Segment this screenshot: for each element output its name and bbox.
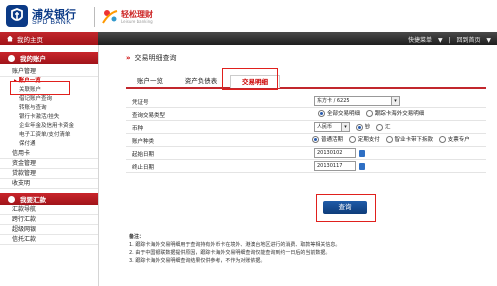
calendar-icon[interactable] [359, 149, 365, 157]
calendar-icon[interactable] [359, 162, 365, 170]
query-type-label: 查询交易类型 [132, 113, 166, 119]
sidebar-item-transfer-nav[interactable]: 汇款导航 [0, 205, 98, 215]
transfer-section[interactable]: 我要汇款 [0, 193, 98, 205]
transfer-icon [8, 195, 15, 203]
account-select[interactable]: 东方卡 / 6225 ▾ [314, 96, 400, 106]
notes: 备注： 1. 跟踪卡海外交易明细用于查询持有外币卡在境外、港澳台地区进行的消费、… [129, 233, 489, 265]
header-divider [94, 7, 95, 27]
cheque-radio[interactable] [438, 136, 446, 143]
tab-highlight-box [222, 68, 278, 90]
header: 浦发银行 SPD BANK 轻松理财 Leisure banking [0, 0, 497, 32]
cash-radio[interactable] [355, 123, 363, 131]
account-type-label: 账户种类 [132, 139, 155, 145]
cash-label: 钞 [364, 124, 371, 131]
account-row: 凭证号 东方卡 / 6225 ▾ [126, 95, 486, 108]
account-icon [8, 54, 15, 62]
smart-label: 智业卡带下拆款 [394, 137, 434, 143]
smart-radio[interactable] [385, 136, 393, 143]
currency-value: 人民币 [317, 124, 333, 130]
overseas-detail-radio[interactable] [365, 110, 373, 117]
my-account-section[interactable]: 我的账户 [0, 52, 98, 64]
query-highlight-box [316, 194, 376, 222]
tab-strip: 账户一览 资产负债表 交易明细 [126, 73, 486, 89]
currency-label: 币种 [132, 126, 144, 132]
end-date-input[interactable]: 20130117 [314, 161, 356, 171]
start-date-row: 起始日期 20130102 [126, 147, 486, 160]
tab-account-overview[interactable]: 账户一览 [128, 75, 172, 87]
sidebar-category-fund-management[interactable]: 资金管理 [0, 159, 98, 169]
sidebar-category-account-management[interactable]: 账户管理 [0, 67, 98, 77]
end-date-row: 终止日期 20130117 [126, 160, 486, 173]
fixed-label: 定期支付 [357, 137, 380, 143]
back-home-chevron-icon[interactable]: ▼ [486, 37, 491, 44]
sidebar-category-income-expense[interactable]: 收支明 [0, 179, 98, 189]
quick-menu-chevron-icon[interactable]: ▼ [438, 37, 443, 44]
sidebar-item-debit-query[interactable]: 借记账户查询 [0, 95, 98, 104]
chevron-down-icon: ▾ [341, 123, 349, 131]
start-date-label: 起始日期 [132, 152, 155, 158]
sidebar-category-loan-management[interactable]: 贷款管理 [0, 169, 98, 179]
currency-row: 币种 人民币 ▾ 钞 汇 [126, 121, 486, 134]
sidebar-item-guarantee[interactable]: 保付通 [0, 140, 98, 149]
bank-name-en: SPD BANK [32, 19, 72, 26]
quick-links: 快捷菜单 ▼ | 回到首页 ▼ [404, 35, 491, 44]
page-title: 交易明细查询 [134, 54, 177, 62]
breadcrumb: » 交易明细查询 [126, 53, 177, 63]
sidebar-item-annuity[interactable]: 企业年金及信用卡资金 [0, 122, 98, 131]
current-radio[interactable] [312, 136, 319, 143]
link-divider: | [448, 37, 451, 44]
sidebar-item-transfer-query[interactable]: 转账与查询 [0, 104, 98, 113]
breadcrumb-arrow-icon: » [126, 54, 131, 62]
chevron-down-icon: ▾ [391, 97, 399, 105]
end-date-label: 终止日期 [132, 165, 155, 171]
remit-label: 汇 [385, 124, 391, 131]
note-line-3: 3. 跟踪卡海外交易明细查询结果仅供参考，不作为对账依据。 [129, 258, 266, 264]
account-label: 凭证号 [132, 100, 149, 106]
note-line-2: 2. 由于中国银联数据提供原因，跟踪卡海外交易明细查询仅能查询到约一日后的当前数… [129, 250, 331, 256]
tab-balance-sheet[interactable]: 资产负债表 [174, 75, 228, 87]
note-line-1: 1. 跟踪卡海外交易明细用于查询持有外币卡在境外、港澳台地区进行的消费、取款等相… [129, 242, 341, 248]
sidebar-highlight-box [10, 81, 70, 95]
my-home-button[interactable]: 我的主页 [0, 32, 98, 45]
cheque-label: 支票专户 [447, 137, 470, 143]
notes-title: 备注： [129, 234, 145, 240]
all-detail-label: 全部交易明细 [327, 111, 361, 117]
fixed-radio[interactable] [348, 136, 356, 143]
quick-menu-link[interactable]: 快捷菜单 [408, 37, 432, 44]
account-value: 东方卡 / 6225 [317, 98, 350, 104]
leisure-banking-logo-icon [101, 7, 119, 25]
back-home-link[interactable]: 回到首页 [456, 37, 480, 44]
sidebar-item-trust-transfer[interactable]: 信托汇款 [0, 235, 98, 245]
sidebar-category-credit-card[interactable]: 信用卡 [0, 149, 98, 159]
home-label: 我的主页 [17, 35, 43, 44]
sidebar-item-payroll[interactable]: 电子工资单/支付清单 [0, 131, 98, 140]
current-label: 普通活期 [321, 137, 344, 143]
currency-select[interactable]: 人民币 ▾ [314, 122, 350, 132]
spd-bank-logo-icon[interactable] [6, 5, 28, 27]
sidebar-item-super-ebank[interactable]: 超级网银 [0, 225, 98, 235]
remit-radio[interactable] [376, 123, 384, 131]
start-date-input[interactable]: 20130102 [314, 148, 356, 158]
all-detail-radio[interactable] [318, 110, 325, 117]
account-type-row: 账户种类 普通活期 定期支付 智业卡带下拆款 支票专户 [126, 134, 486, 147]
my-account-title: 我的账户 [20, 55, 46, 63]
home-icon [7, 35, 13, 42]
transfer-title: 我要汇款 [20, 196, 46, 204]
query-type-row: 查询交易类型 全部交易明细 跟踪卡海外交易明细 [126, 108, 486, 121]
sidebar-item-interbank-transfer[interactable]: 跨行汇款 [0, 215, 98, 225]
top-nav-bar: 我的主页 快捷菜单 ▼ | 回到首页 ▼ [0, 32, 497, 45]
product-name-en: Leisure banking [121, 19, 153, 24]
overseas-detail-label: 跟踪卡海外交易明细 [374, 111, 425, 117]
sidebar-item-card-activation[interactable]: 银行卡激活/挂失 [0, 113, 98, 122]
